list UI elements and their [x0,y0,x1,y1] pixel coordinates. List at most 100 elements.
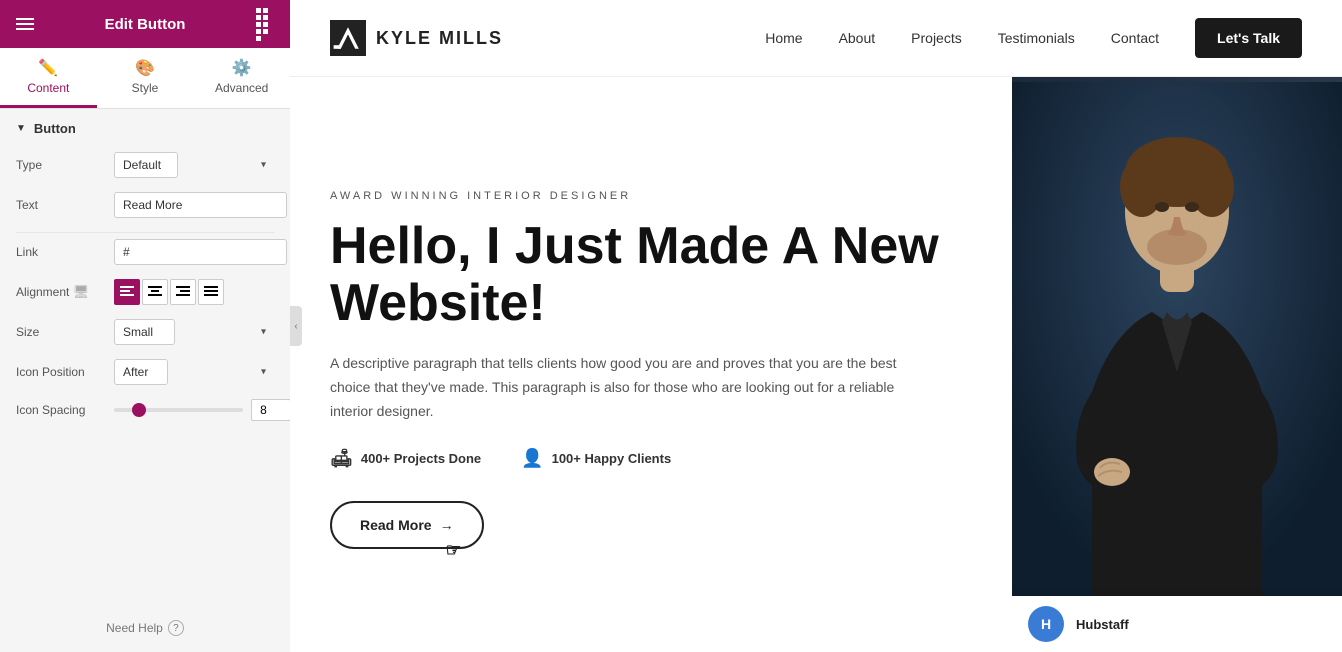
size-control: Small Medium Large [114,319,274,345]
type-label: Type [16,158,106,172]
panel-footer: Need Help ? [0,604,290,652]
tab-style[interactable]: 🎨 Style [97,48,194,108]
tab-content-label: Content [27,81,69,95]
content-tab-icon: ✏️ [38,58,58,78]
section-collapse-arrow[interactable]: ▼ [16,123,26,134]
align-center-icon [148,286,162,298]
size-row: Size Small Medium Large [16,319,274,345]
tab-style-label: Style [132,81,159,95]
align-right-icon [176,286,190,298]
edit-panel: Edit Button ✏️ Content 🎨 Style ⚙️ Advanc… [0,0,290,652]
icon-position-select[interactable]: After Before [114,359,168,385]
divider-1 [16,232,274,233]
link-row: Link ⚙ ☰ [16,239,274,265]
hero-tag: AWARD WINNING INTERIOR DESIGNER [330,190,972,202]
logo-icon [330,20,366,56]
align-center-btn[interactable] [142,279,168,305]
align-left-icon [120,286,134,298]
panel-header: Edit Button [0,0,290,48]
align-justify-btn[interactable] [198,279,224,305]
align-right-btn[interactable] [170,279,196,305]
align-left-btn[interactable] [114,279,140,305]
logo-text: KYLE MILLS [376,28,503,49]
monitor-icon: 🖥 [73,284,90,299]
icon-position-row: Icon Position After Before [16,359,274,385]
icon-position-label: Icon Position [16,365,106,379]
hero-description: A descriptive paragraph that tells clien… [330,352,910,423]
hero-title: Hello, I Just Made A New Website! [330,218,972,332]
link-label: Link [16,245,106,259]
link-input[interactable] [114,239,287,265]
alignment-control [114,279,274,305]
hubstaff-name: Hubstaff [1076,617,1129,632]
hero-section: AWARD WINNING INTERIOR DESIGNER Hello, I… [290,77,1342,652]
hamburger-menu-icon[interactable] [16,18,34,30]
help-link[interactable]: Need Help ? [16,620,274,636]
alignment-label: Alignment 🖥 [16,284,106,300]
icon-spacing-value-input[interactable] [251,399,290,421]
panel-title: Edit Button [105,16,186,33]
nav-home[interactable]: Home [765,30,802,46]
nav-testimonials[interactable]: Testimonials [998,30,1075,46]
clients-icon: 👤 [521,448,543,469]
hero-btn-label: Read More [360,517,432,533]
advanced-tab-icon: ⚙️ [232,58,252,78]
type-select[interactable]: Default Info Success Warning Danger [114,152,178,178]
stat-projects: 🛋 400+ Projects Done [330,448,481,469]
type-row: Type Default Info Success Warning Danger [16,152,274,178]
hero-read-more-button[interactable]: Read More → ☞ [330,501,484,549]
alignment-group [114,279,224,305]
icon-position-control: After Before [114,359,274,385]
stat-clients-label: 100+ Happy Clients [552,451,672,466]
icon-spacing-row: Icon Spacing [16,399,274,421]
hero-stats: 🛋 400+ Projects Done 👤 100+ Happy Client… [330,448,972,469]
panel-collapse-handle[interactable]: ‹ [290,306,302,346]
section-label: Button [34,121,76,136]
cursor-icon: ☞ [445,540,461,561]
style-tab-icon: 🎨 [135,58,155,78]
tab-advanced[interactable]: ⚙️ Advanced [193,48,290,108]
panel-tabs: ✏️ Content 🎨 Style ⚙️ Advanced [0,48,290,109]
stat-projects-label: 400+ Projects Done [361,451,481,466]
site-navbar: KYLE MILLS Home About Projects Testimoni… [290,0,1342,77]
text-row: Text ☰ [16,192,274,218]
tab-advanced-label: Advanced [215,81,268,95]
projects-icon: 🛋 [330,448,353,469]
hero-image: H Hubstaff [1012,77,1342,652]
button-section-header: ▼ Button [16,121,274,136]
stat-clients: 👤 100+ Happy Clients [521,448,671,469]
text-control: ☰ [114,192,290,218]
size-select[interactable]: Small Medium Large [114,319,175,345]
hero-person-svg [1012,77,1342,652]
nav-cta-button[interactable]: Let's Talk [1195,18,1302,58]
hero-btn-arrow: → [440,517,454,533]
icon-spacing-slider[interactable] [114,408,243,412]
icon-spacing-control [114,399,290,421]
panel-content: ▼ Button Type Default Info Success Warni… [0,109,290,604]
nav-contact[interactable]: Contact [1111,30,1159,46]
hubstaff-bar: H Hubstaff [1012,596,1342,652]
hubstaff-avatar: H [1028,606,1064,642]
type-control: Default Info Success Warning Danger [114,152,274,178]
grid-apps-icon[interactable] [256,8,274,41]
type-select-wrapper: Default Info Success Warning Danger [114,152,274,178]
text-input[interactable] [114,192,287,218]
hero-content: AWARD WINNING INTERIOR DESIGNER Hello, I… [290,77,1012,652]
icon-spacing-label: Icon Spacing [16,403,106,417]
size-select-wrapper: Small Medium Large [114,319,274,345]
text-label: Text [16,198,106,212]
tab-content[interactable]: ✏️ Content [0,48,97,108]
size-label: Size [16,325,106,339]
main-area: KYLE MILLS Home About Projects Testimoni… [290,0,1342,652]
help-circle-icon: ? [168,620,184,636]
icon-position-select-wrapper: After Before [114,359,274,385]
site-nav: Home About Projects Testimonials Contact… [765,18,1302,58]
site-logo: KYLE MILLS [330,20,503,56]
nav-about[interactable]: About [839,30,876,46]
help-label: Need Help [106,621,163,635]
hubstaff-avatar-text: H [1041,616,1051,632]
link-control: ⚙ ☰ [114,239,290,265]
nav-projects[interactable]: Projects [911,30,962,46]
alignment-label-text: Alignment [16,285,69,299]
alignment-row: Alignment 🖥 [16,279,274,305]
